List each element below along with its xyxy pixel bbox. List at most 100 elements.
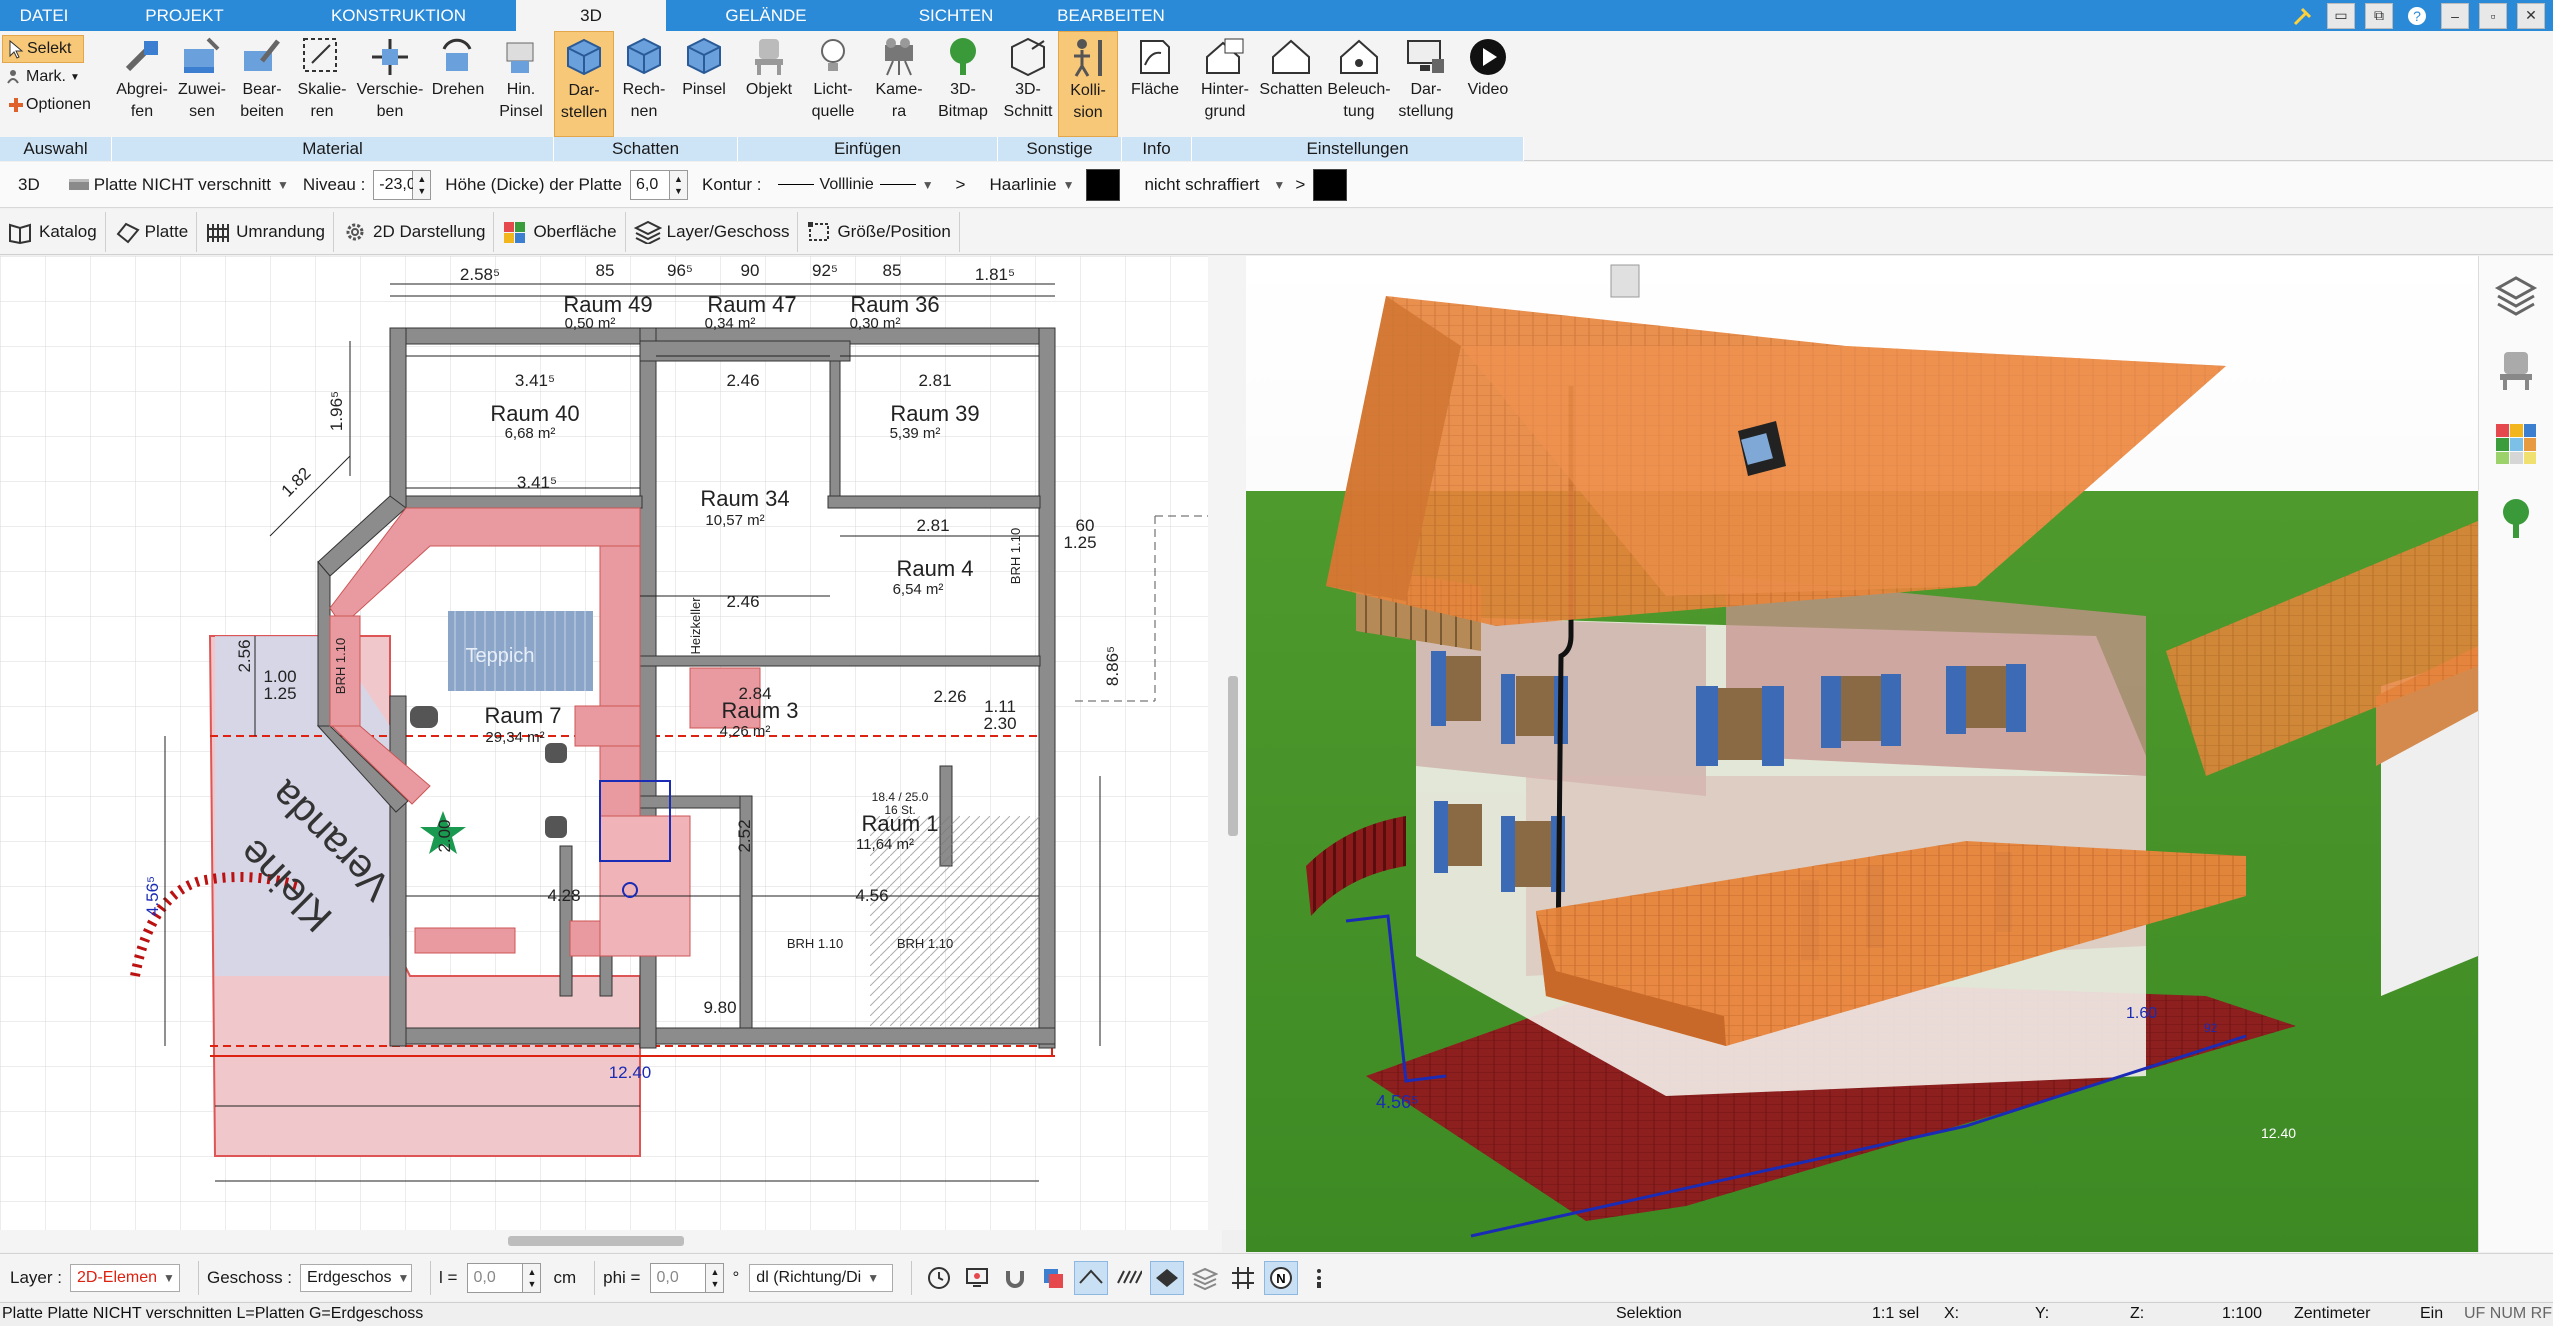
tab-gelaende[interactable]: GELÄNDE <box>666 0 866 31</box>
schatten-button-0[interactable]: Dar- stellen <box>554 31 614 137</box>
platte-dropdown[interactable]: Platte NICHT verschnitt ▼ <box>68 175 289 195</box>
length-input[interactable]: 0,0 <box>467 1262 524 1293</box>
floor-plan-view[interactable]: Teppich Raum 40 6,68 m² Raum 39 5,39 m² … <box>0 256 1222 1230</box>
furniture-panel-icon[interactable] <box>2486 340 2546 400</box>
einfuegen-button-3[interactable]: 3D- Bitmap <box>932 31 994 137</box>
dl-dropdown[interactable]: dl (Richtung/Di ▼ <box>749 1263 894 1292</box>
tab-konstruktion[interactable]: KONSTRUKTION <box>281 0 516 31</box>
einstellungen-button-0[interactable]: Hinter- grund <box>1192 31 1258 137</box>
room-4-name[interactable]: Raum 4 <box>896 556 973 581</box>
kontur-arrow[interactable]: > <box>956 175 966 195</box>
optionen-button[interactable]: Optionen <box>2 91 108 119</box>
help-icon[interactable]: ? <box>2403 3 2431 29</box>
einfuegen-button-0[interactable]: Objekt <box>738 31 800 137</box>
plan-vscroll[interactable] <box>1208 256 1222 1230</box>
tab-3d[interactable]: 3D <box>516 0 666 31</box>
plants-panel-icon[interactable] <box>2486 488 2546 548</box>
magnet-icon[interactable] <box>998 1261 1032 1295</box>
fill-color-swatch[interactable] <box>1313 168 1348 201</box>
monitor-icon[interactable] <box>960 1261 994 1295</box>
hoehe-spinner[interactable]: ▲ ▼ <box>669 169 688 200</box>
move-icon <box>368 35 412 79</box>
lamp-icon <box>1337 35 1381 79</box>
length-spinner[interactable]: ▲ ▼ <box>523 1262 542 1293</box>
room-39-name[interactable]: Raum 39 <box>890 401 979 426</box>
phi-spinner[interactable]: ▲ ▼ <box>706 1262 725 1293</box>
layers-panel-icon[interactable] <box>2486 266 2546 326</box>
roof-view-icon[interactable] <box>1074 1260 1109 1295</box>
north-icon[interactable]: N <box>1264 1260 1299 1295</box>
layer-geschoss-button[interactable]: Layer/Geschoss <box>626 211 799 252</box>
oberflaeche-button[interactable]: Oberfläche <box>494 211 626 252</box>
rotate-icon <box>436 35 480 79</box>
material-button-1[interactable]: Zuwei- sen <box>172 31 232 137</box>
haarlinie-label[interactable]: Haarlinie <box>989 175 1056 195</box>
grid-icon[interactable] <box>1226 1261 1260 1295</box>
einfuegen-button-1[interactable]: Licht- quelle <box>800 31 866 137</box>
kontur-dropdown[interactable]: Volllinie ▼ <box>772 171 952 199</box>
selekt-button[interactable]: Selekt <box>2 35 84 63</box>
plan-hscroll[interactable] <box>0 1230 1222 1252</box>
material-button-2[interactable]: Bear- beiten <box>232 31 292 137</box>
einstellungen-button-2[interactable]: Beleuch- tung <box>1324 31 1394 137</box>
color-layer-icon[interactable] <box>1036 1261 1070 1295</box>
tab-sichten[interactable]: SICHTEN <box>866 0 1046 31</box>
3d-view[interactable]: 4.56⁵ 12.40 1.60 92 <box>1246 256 2478 1252</box>
room-7-area: 29,34 m² <box>485 729 544 746</box>
sonstige-button-1[interactable]: Kolli- sion <box>1058 31 1118 137</box>
material-button-4[interactable]: Verschie- ben <box>352 31 428 137</box>
darstellung2d-button[interactable]: 2D Darstellung <box>334 211 495 252</box>
camera-icon <box>877 35 921 79</box>
tools-icon[interactable] <box>2289 3 2317 29</box>
close-button[interactable]: ✕ <box>2517 2 2545 29</box>
schraffur-arrow[interactable]: > <box>1295 175 1305 195</box>
more-options-icon[interactable] <box>1302 1261 1336 1295</box>
splitter-handle[interactable] <box>1228 676 1238 836</box>
niveau-input[interactable]: -23,0 <box>373 169 416 200</box>
layers-toggle-icon[interactable] <box>1188 1261 1222 1295</box>
dim-9: 2.81 <box>918 371 951 390</box>
book-icon <box>9 223 31 244</box>
dim-43: 1.25 <box>1063 533 1096 552</box>
schatten-button-2[interactable]: Pinsel <box>674 31 734 137</box>
restore-small-icon[interactable]: ⧉ <box>2365 2 2393 29</box>
room-34-name[interactable]: Raum 34 <box>700 486 789 511</box>
schatten-button-1[interactable]: Rech- nen <box>614 31 674 137</box>
materials-panel-icon[interactable] <box>2486 414 2546 474</box>
geschoss-dropdown[interactable]: Erdgeschos ▼ <box>300 1263 413 1292</box>
material-button-0[interactable]: Abgrei- fen <box>112 31 172 137</box>
room-7-name[interactable]: Raum 7 <box>484 703 561 728</box>
tab-datei[interactable]: DATEI <box>0 0 88 31</box>
maximize-button[interactable]: ▫ <box>2479 2 2507 29</box>
sonstige-button-0[interactable]: 3D- Schnitt <box>998 31 1058 137</box>
info-button-0[interactable]: Fläche <box>1122 31 1188 137</box>
minimize-button[interactable]: – <box>2441 2 2469 29</box>
katalog-button[interactable]: Katalog <box>0 211 106 252</box>
layer-dropdown[interactable]: 2D-Elemen ▼ <box>69 1263 180 1292</box>
tab-projekt[interactable]: PROJEKT <box>88 0 281 31</box>
platte-button[interactable]: Platte <box>106 211 198 252</box>
material-button-5[interactable]: Drehen <box>428 31 488 137</box>
hatch-icon[interactable] <box>1112 1261 1146 1295</box>
room-40-name[interactable]: Raum 40 <box>490 401 579 426</box>
einstellungen-button-3[interactable]: Dar- stellung <box>1394 31 1458 137</box>
groesse-position-button[interactable]: Größe/Position <box>798 211 960 252</box>
mark-button[interactable]: Mark. ▼ <box>2 63 108 91</box>
clock-icon[interactable] <box>922 1261 956 1295</box>
pane-splitter[interactable] <box>1222 256 1246 1230</box>
hoehe-input[interactable]: 6,0 <box>629 169 670 200</box>
phi-input[interactable]: 0,0 <box>650 1262 707 1293</box>
tab-bearbeiten[interactable]: BEARBEITEN <box>1046 0 1176 31</box>
niveau-spinner[interactable]: ▲ ▼ <box>413 169 432 200</box>
minimize-small-icon[interactable]: ▭ <box>2327 2 2355 29</box>
hscroll-thumb[interactable] <box>508 1236 684 1246</box>
schraffur-value[interactable]: nicht schraffiert <box>1144 175 1259 195</box>
einstellungen-button-1[interactable]: Schatten <box>1258 31 1324 137</box>
fill-icon[interactable] <box>1150 1260 1185 1295</box>
umrandung-button[interactable]: Umrandung <box>197 211 334 252</box>
line-color-swatch[interactable] <box>1086 168 1121 201</box>
einfuegen-button-2[interactable]: Kame- ra <box>866 31 932 137</box>
material-button-3[interactable]: Skalie- ren <box>292 31 352 137</box>
material-button-6[interactable]: Hin. Pinsel <box>488 31 554 137</box>
einstellungen-button-4[interactable]: Video <box>1458 31 1518 137</box>
